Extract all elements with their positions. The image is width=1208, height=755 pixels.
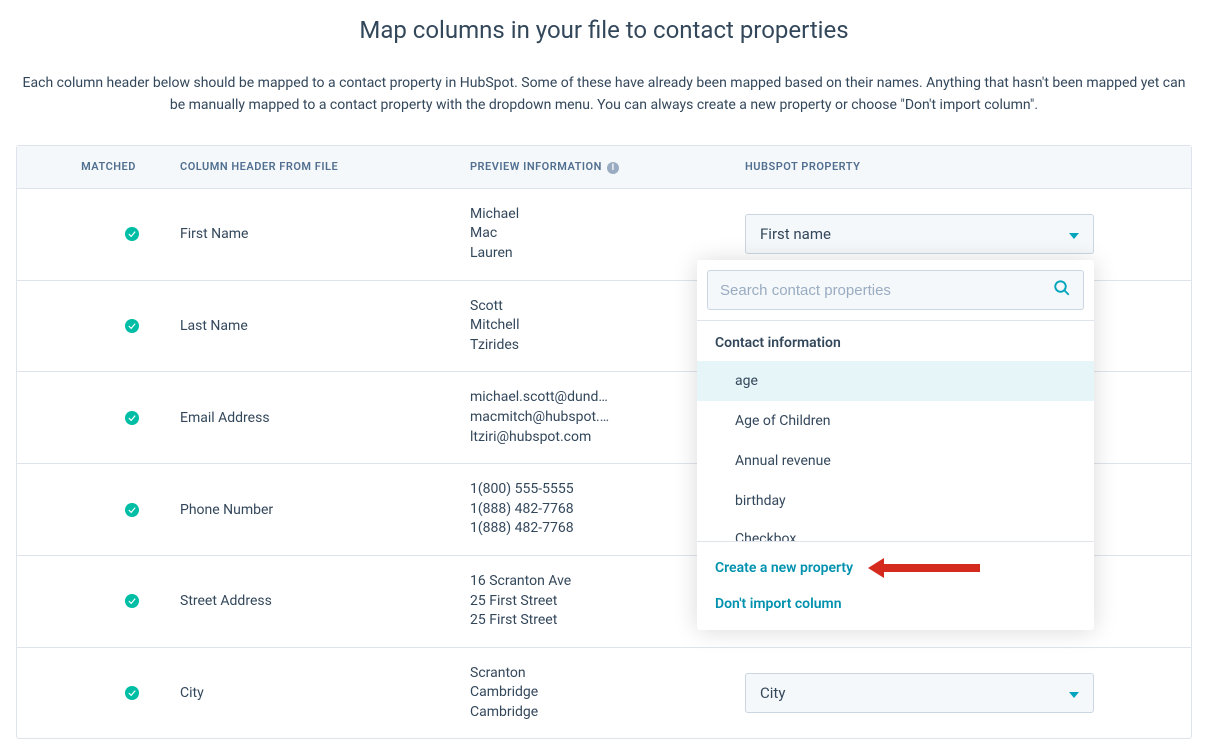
chevron-down-icon — [1069, 225, 1079, 243]
dropdown-group-label: Contact information — [697, 321, 1094, 361]
search-input[interactable] — [720, 282, 1053, 299]
column-header-text: First Name — [180, 226, 248, 242]
preview-list: Scranton Cambridge Cambridge — [462, 648, 737, 739]
check-icon — [125, 503, 139, 517]
preview-list: 16 Scranton Ave 25 First Street 25 First… — [462, 556, 737, 647]
dropdown-option[interactable]: Annual revenue — [697, 441, 1094, 481]
preview-list: michael.scott@dund… macmitch@hubspot.… l… — [462, 372, 737, 463]
header-property: HUBSPOT PROPERTY — [737, 146, 1191, 188]
header-column: COLUMN HEADER FROM FILE — [172, 146, 462, 188]
column-header-text: Street Address — [180, 593, 272, 609]
table-header-row: MATCHED COLUMN HEADER FROM FILE PREVIEW … — [17, 146, 1191, 189]
check-icon — [125, 594, 139, 608]
preview-list: 1(800) 555-5555 1(888) 482-7768 1(888) 4… — [462, 464, 737, 555]
create-property-link[interactable]: Create a new property — [697, 550, 1094, 586]
dropdown-option[interactable]: birthday — [697, 481, 1094, 521]
info-icon[interactable]: i — [607, 162, 619, 174]
header-matched: MATCHED — [17, 146, 172, 188]
page-description: Each column header below should be mappe… — [0, 72, 1208, 117]
preview-list: Scott Mitchell Tzirides — [462, 281, 737, 372]
search-icon — [1053, 279, 1071, 301]
dropdown-options: Contact information age Age of Children … — [697, 321, 1094, 541]
dropdown-option[interactable]: Age of Children — [697, 401, 1094, 441]
check-icon — [125, 686, 139, 700]
dropdown-option[interactable]: Checkbox — [697, 521, 1094, 541]
page-title: Map columns in your file to contact prop… — [0, 16, 1208, 44]
preview-list: Michael Mac Lauren — [462, 189, 737, 280]
dropdown-option[interactable]: age — [697, 361, 1094, 401]
search-input-wrap — [707, 270, 1084, 310]
column-header-text: Last Name — [180, 318, 248, 334]
property-dropdown-panel: Contact information age Age of Children … — [697, 260, 1094, 630]
property-select[interactable]: City — [745, 673, 1094, 713]
header-preview: PREVIEW INFORMATION i — [462, 146, 737, 188]
dont-import-link[interactable]: Don't import column — [697, 586, 1094, 622]
check-icon — [125, 319, 139, 333]
check-icon — [125, 411, 139, 425]
check-icon — [125, 227, 139, 241]
table-row: City Scranton Cambridge Cambridge City — [17, 648, 1191, 739]
column-header-text: Email Address — [180, 410, 270, 426]
property-select[interactable]: First name — [745, 214, 1094, 254]
chevron-down-icon — [1069, 684, 1079, 702]
column-header-text: City — [180, 685, 204, 701]
column-header-text: Phone Number — [180, 502, 273, 518]
